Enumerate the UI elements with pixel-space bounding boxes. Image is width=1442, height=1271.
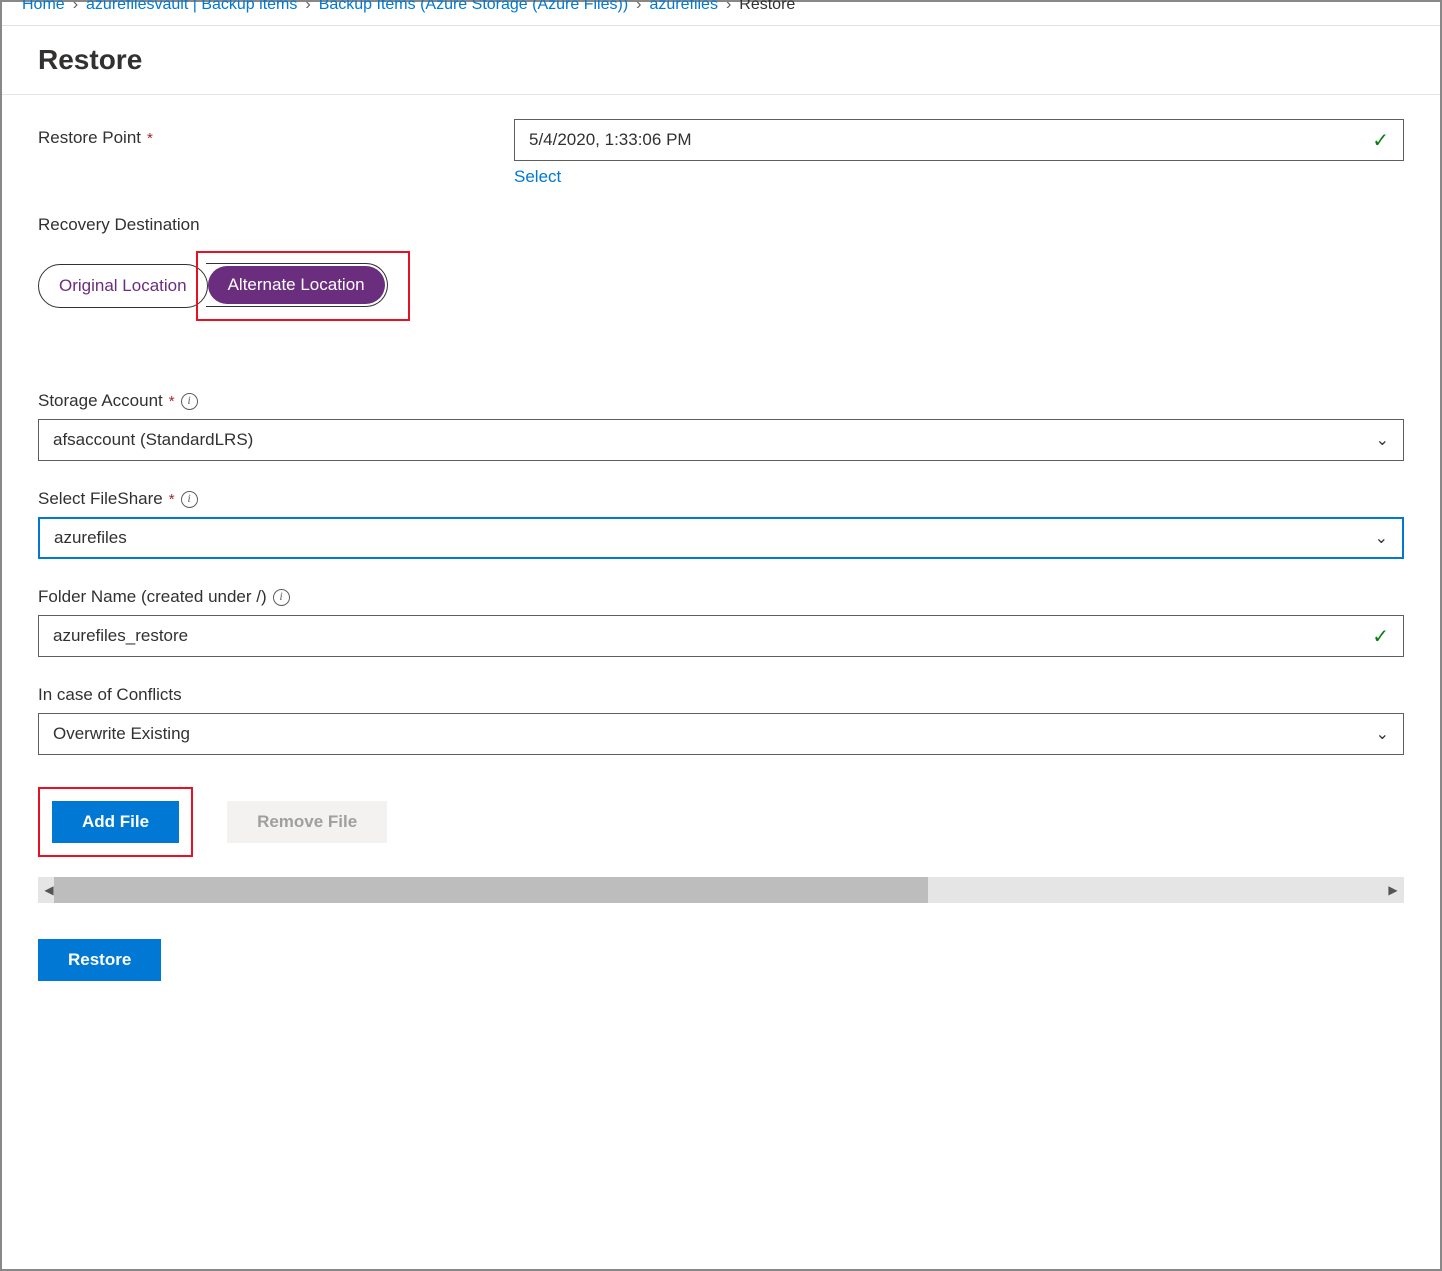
scroll-right-icon[interactable]: ▶ [1382,877,1404,903]
scrollbar-thumb[interactable] [54,877,928,903]
fileshare-dropdown[interactable]: azurefiles ⌄ [38,517,1404,559]
chevron-right-icon: › [73,0,78,14]
chevron-right-icon: › [636,0,641,14]
recovery-destination-toggle[interactable]: Original Location [38,264,208,308]
required-mark: * [147,130,153,147]
toggle-alternate-location[interactable]: Alternate Location [208,266,385,304]
folder-name-label: Folder Name (created under /) [38,587,267,607]
required-mark: * [169,393,175,410]
select-link[interactable]: Select [514,167,561,187]
restore-button[interactable]: Restore [38,939,161,981]
info-icon[interactable]: i [181,491,198,508]
fileshare-label: Select FileShare [38,489,163,509]
breadcrumb-link-vault[interactable]: azurefilesvault | Backup items [86,0,297,14]
toggle-original-location[interactable]: Original Location [39,265,207,307]
restore-point-input[interactable]: 5/4/2020, 1:33:06 PM ✓ [514,119,1404,161]
restore-point-label: Restore Point [38,128,141,148]
highlight-alternate-location: Alternate Location [196,251,410,321]
restore-point-value: 5/4/2020, 1:33:06 PM [529,130,692,150]
storage-account-label: Storage Account [38,391,163,411]
storage-account-value: afsaccount (StandardLRS) [53,430,253,450]
breadcrumb: Home › azurefilesvault | Backup items › … [2,0,1440,26]
page-title: Restore [2,26,1440,95]
horizontal-scrollbar[interactable]: ◀ ▶ [38,877,1404,903]
remove-file-button: Remove File [227,801,387,843]
chevron-right-icon: › [305,0,310,14]
conflicts-dropdown[interactable]: Overwrite Existing ⌄ [38,713,1404,755]
breadcrumb-current: Restore [739,0,795,14]
conflicts-label: In case of Conflicts [38,685,182,705]
chevron-down-icon: ⌄ [1376,724,1389,744]
checkmark-icon: ✓ [1372,624,1389,649]
add-file-button[interactable]: Add File [52,801,179,843]
breadcrumb-link-home[interactable]: Home [22,0,65,14]
info-icon[interactable]: i [181,393,198,410]
recovery-destination-label: Recovery Destination [38,215,1404,235]
breadcrumb-link-backup-items[interactable]: Backup Items (Azure Storage (Azure Files… [319,0,628,14]
conflicts-value: Overwrite Existing [53,724,190,744]
folder-name-input[interactable]: azurefiles_restore ✓ [38,615,1404,657]
storage-account-dropdown[interactable]: afsaccount (StandardLRS) ⌄ [38,419,1404,461]
checkmark-icon: ✓ [1372,128,1389,153]
chevron-right-icon: › [726,0,731,14]
folder-name-value: azurefiles_restore [53,626,188,646]
chevron-down-icon: ⌄ [1376,430,1389,450]
fileshare-value: azurefiles [54,528,127,548]
breadcrumb-link-azurefiles[interactable]: azurefiles [649,0,717,14]
highlight-add-file: Add File [38,787,193,857]
chevron-down-icon: ⌄ [1375,528,1388,548]
required-mark: * [169,491,175,508]
info-icon[interactable]: i [273,589,290,606]
